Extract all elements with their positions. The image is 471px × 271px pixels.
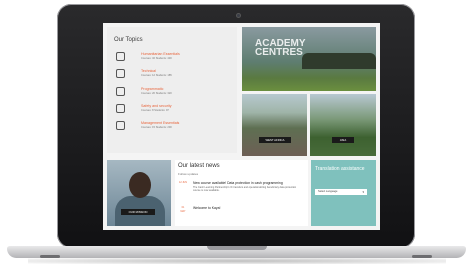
topic-item[interactable]: Management Essentials Courses: 15 Studen… (116, 121, 234, 137)
follow-updates-link[interactable]: Follow updates (178, 172, 198, 176)
laptop-screen: Our Topics Humanitarian Essentials Cours… (103, 23, 380, 230)
news-heading: Our latest news (178, 163, 220, 169)
laptop-shadow (28, 258, 446, 264)
laptop-frame: Our Topics Humanitarian Essentials Cours… (0, 0, 471, 271)
topic-title: Technical (141, 69, 156, 73)
wrench-icon (116, 69, 125, 78)
region-photo-2[interactable]: ASIA (310, 94, 376, 156)
region-button-2[interactable]: ASIA (332, 137, 354, 143)
topic-title: Management Essentials (141, 121, 180, 125)
academy-title: ACADEMY CENTRES (255, 38, 306, 58)
academy-centres-banner[interactable]: ACADEMY CENTRES (242, 27, 376, 91)
news-panel: Our latest news Follow updates 12 JUN Ne… (175, 160, 308, 226)
topic-item[interactable]: Programmatic Courses: 20 Students: 320 (116, 87, 234, 103)
news-date: 01 MAY (180, 206, 186, 213)
hand-icon (116, 87, 125, 96)
language-select[interactable]: Select Language ▾ (315, 189, 367, 195)
topics-panel: Our Topics Humanitarian Essentials Cours… (107, 27, 237, 153)
region-button-1[interactable]: WEST AFRICA (259, 137, 291, 143)
topics-heading: Our Topics (114, 37, 143, 43)
topic-stats: Courses: 15 Students: 200 (141, 126, 172, 129)
topic-item[interactable]: Humanitarian Essentials Courses: 32 Stud… (116, 52, 234, 68)
topic-title: Programmatic (141, 87, 164, 91)
topic-title: Safety and security (141, 104, 172, 108)
news-title: Welcome to Kaya! (193, 206, 221, 210)
laptop-notch (207, 246, 267, 250)
tools-icon (116, 52, 125, 61)
mission-button[interactable]: OUR MISSION (121, 209, 155, 215)
news-body: The Cash Learning Partnership's IC trans… (193, 186, 297, 192)
topic-stats: Courses: 12 Students: 185 (141, 74, 172, 77)
topic-item[interactable]: Technical Courses: 12 Students: 185 (116, 69, 234, 85)
laptop-foot-right (412, 255, 432, 258)
news-date: 12 JUN (179, 181, 187, 184)
mission-photo[interactable]: OUR MISSION (107, 160, 171, 226)
topic-title: Humanitarian Essentials (141, 52, 180, 56)
chevron-down-icon: ▾ (362, 190, 364, 194)
laptop-foot-left (40, 255, 60, 258)
language-select-value: Select Language (318, 190, 338, 193)
news-title: New course available! Data protection in… (193, 181, 283, 185)
topic-item[interactable]: Safety and security Courses: 8 Students:… (116, 104, 234, 120)
topic-stats: Courses: 8 Students: 97 (141, 109, 169, 112)
camera-icon (236, 13, 241, 18)
briefcase-icon (116, 121, 125, 130)
translation-title: Translation assistance (315, 166, 365, 172)
shield-icon (116, 104, 125, 113)
topic-stats: Courses: 32 Students: 430 (141, 57, 172, 60)
translation-panel: Translation assistance Select Language ▾ (311, 160, 376, 226)
region-photo-1[interactable]: WEST AFRICA (242, 94, 307, 156)
person-face (129, 172, 151, 198)
topic-stats: Courses: 20 Students: 320 (141, 92, 172, 95)
